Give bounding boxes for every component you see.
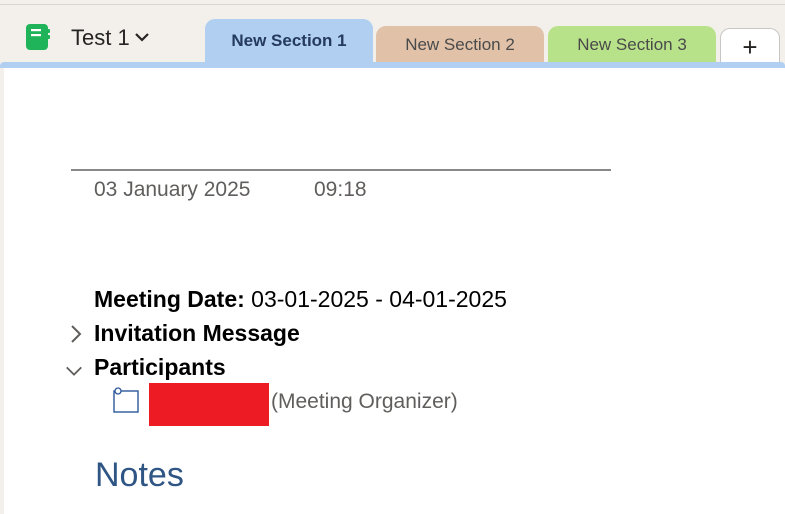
chevron-down-icon[interactable] [133, 28, 151, 46]
chevron-right-icon[interactable] [66, 323, 86, 345]
tab-new-section-2[interactable]: New Section 2 [376, 26, 544, 66]
page-date: 03 January 2025 [94, 178, 251, 201]
page-title-underline [71, 169, 611, 171]
divider [0, 4, 785, 5]
chevron-down-icon[interactable] [64, 360, 84, 382]
redacted-participant-name [149, 383, 269, 426]
title-bar: Test 1 New Section 1 New Section 2 New S… [0, 0, 785, 66]
page-time: 09:18 [314, 178, 367, 201]
meeting-date-row[interactable]: Meeting Date: 03-01-2025 - 04-01-2025 [94, 286, 507, 313]
tab-new-section-3[interactable]: New Section 3 [548, 26, 716, 66]
tab-new-section-1[interactable]: New Section 1 [205, 19, 373, 65]
participant-role: (Meeting Organizer) [271, 390, 458, 413]
notes-heading[interactable]: Notes [95, 456, 184, 495]
contact-icon[interactable] [112, 386, 140, 414]
notebook-name[interactable]: Test 1 [71, 25, 130, 51]
meeting-date-value: 03-01-2025 - 04-01-2025 [244, 286, 507, 312]
meeting-date-label: Meeting Date: [94, 286, 245, 312]
invitation-message-heading[interactable]: Invitation Message [94, 320, 300, 347]
add-section-button[interactable]: + [720, 28, 780, 66]
participants-heading[interactable]: Participants [94, 354, 226, 381]
notebook-icon[interactable] [25, 23, 51, 51]
